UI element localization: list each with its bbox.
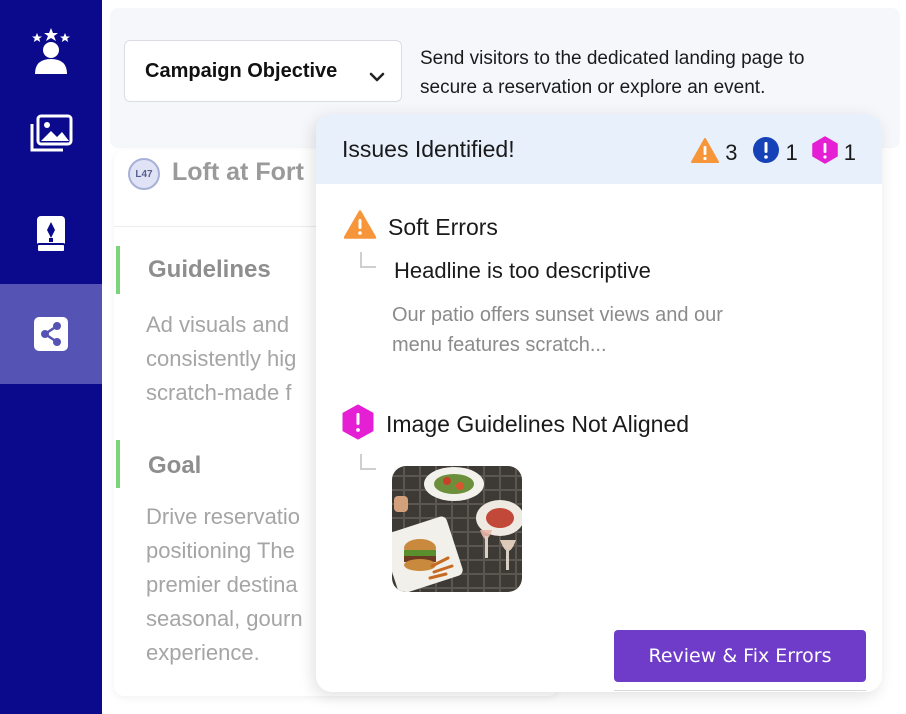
section-accent-bar xyxy=(116,246,120,294)
image-gallery-icon xyxy=(29,114,73,154)
objective-description-line: Send visitors to the dedicated landing p… xyxy=(420,48,805,69)
sidebar-item-guidelines[interactable] xyxy=(0,184,102,284)
issues-panel: Issues Identified! 3 1 1 Soft Errors Hea… xyxy=(316,114,882,692)
review-fix-errors-button[interactable]: Review & Fix Errors xyxy=(614,630,866,682)
error-circle-icon xyxy=(752,136,780,170)
campaign-objective-label: Campaign Objective xyxy=(145,59,338,82)
soft-errors-title: Soft Errors xyxy=(388,213,498,240)
sidebar-item-gallery[interactable] xyxy=(0,84,102,184)
issues-panel-header: Issues Identified! 3 1 1 xyxy=(316,114,882,184)
soft-errors-header: Soft Errors xyxy=(343,210,498,244)
tree-connector xyxy=(360,454,376,470)
image-guidelines-header: Image Guidelines Not Aligned xyxy=(342,404,689,445)
user-stars-icon xyxy=(29,26,73,74)
chevron-down-icon xyxy=(369,65,385,88)
location-name: Loft at Fort xyxy=(172,158,304,186)
image-guidelines-title: Image Guidelines Not Aligned xyxy=(386,411,690,437)
guideline-hexagon-icon xyxy=(342,404,374,445)
error-count: 1 xyxy=(785,140,798,165)
book-pen-icon xyxy=(33,214,69,254)
objective-description-line: secure a reservation or explore an event… xyxy=(420,77,766,98)
warning-count: 3 xyxy=(725,140,738,165)
issue-counts: 3 1 1 xyxy=(691,136,856,170)
section-title-goal: Goal xyxy=(148,452,202,479)
share-icon xyxy=(34,317,68,351)
location-badge: L47 xyxy=(128,158,160,190)
guideline-hexagon-icon xyxy=(812,136,838,170)
divider xyxy=(614,690,866,691)
guideline-count: 1 xyxy=(843,140,856,165)
warning-triangle-icon xyxy=(343,210,377,244)
issues-panel-title: Issues Identified! xyxy=(342,136,515,162)
soft-error-item[interactable]: Headline is too descriptive xyxy=(394,258,651,284)
sidebar-item-share[interactable] xyxy=(0,284,102,384)
warning-triangle-icon xyxy=(691,137,720,169)
section-title-guidelines: Guidelines xyxy=(148,256,271,283)
tree-connector xyxy=(360,252,376,268)
sidebar xyxy=(0,0,102,714)
section-accent-bar xyxy=(116,440,120,488)
soft-error-detail: Our patio offers sunset views and our me… xyxy=(392,304,723,356)
campaign-objective-dropdown[interactable]: Campaign Objective xyxy=(124,40,402,102)
objective-description: Send visitors to the dedicated landing p… xyxy=(420,44,890,102)
flagged-food-image[interactable] xyxy=(392,466,522,592)
